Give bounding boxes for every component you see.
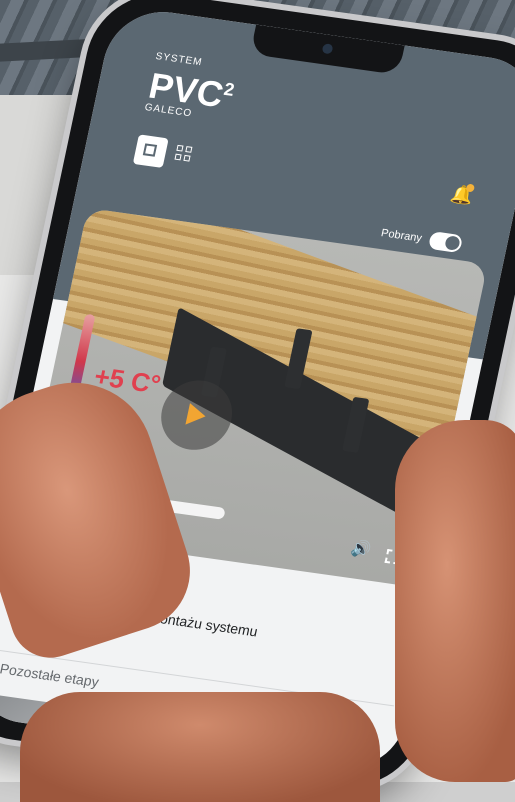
camera-icon [321, 43, 334, 55]
download-toggle-label: Pobrany [379, 227, 424, 245]
single-view-icon[interactable] [132, 134, 169, 168]
brand-logo: SYSTEM PVC2 GALECO [144, 51, 240, 124]
volume-icon[interactable]: 🔊 [349, 538, 373, 560]
download-toggle-row: Pobrany [379, 224, 464, 254]
bell-icon[interactable]: 🔔 [449, 183, 475, 206]
hand-right [395, 420, 515, 782]
grid-view-icon[interactable] [174, 144, 196, 165]
hand-bottom [20, 692, 380, 802]
download-toggle-switch[interactable] [427, 231, 464, 254]
other-stages-heading: Pozostałe etapy [0, 660, 101, 690]
notification-dot [465, 183, 476, 193]
